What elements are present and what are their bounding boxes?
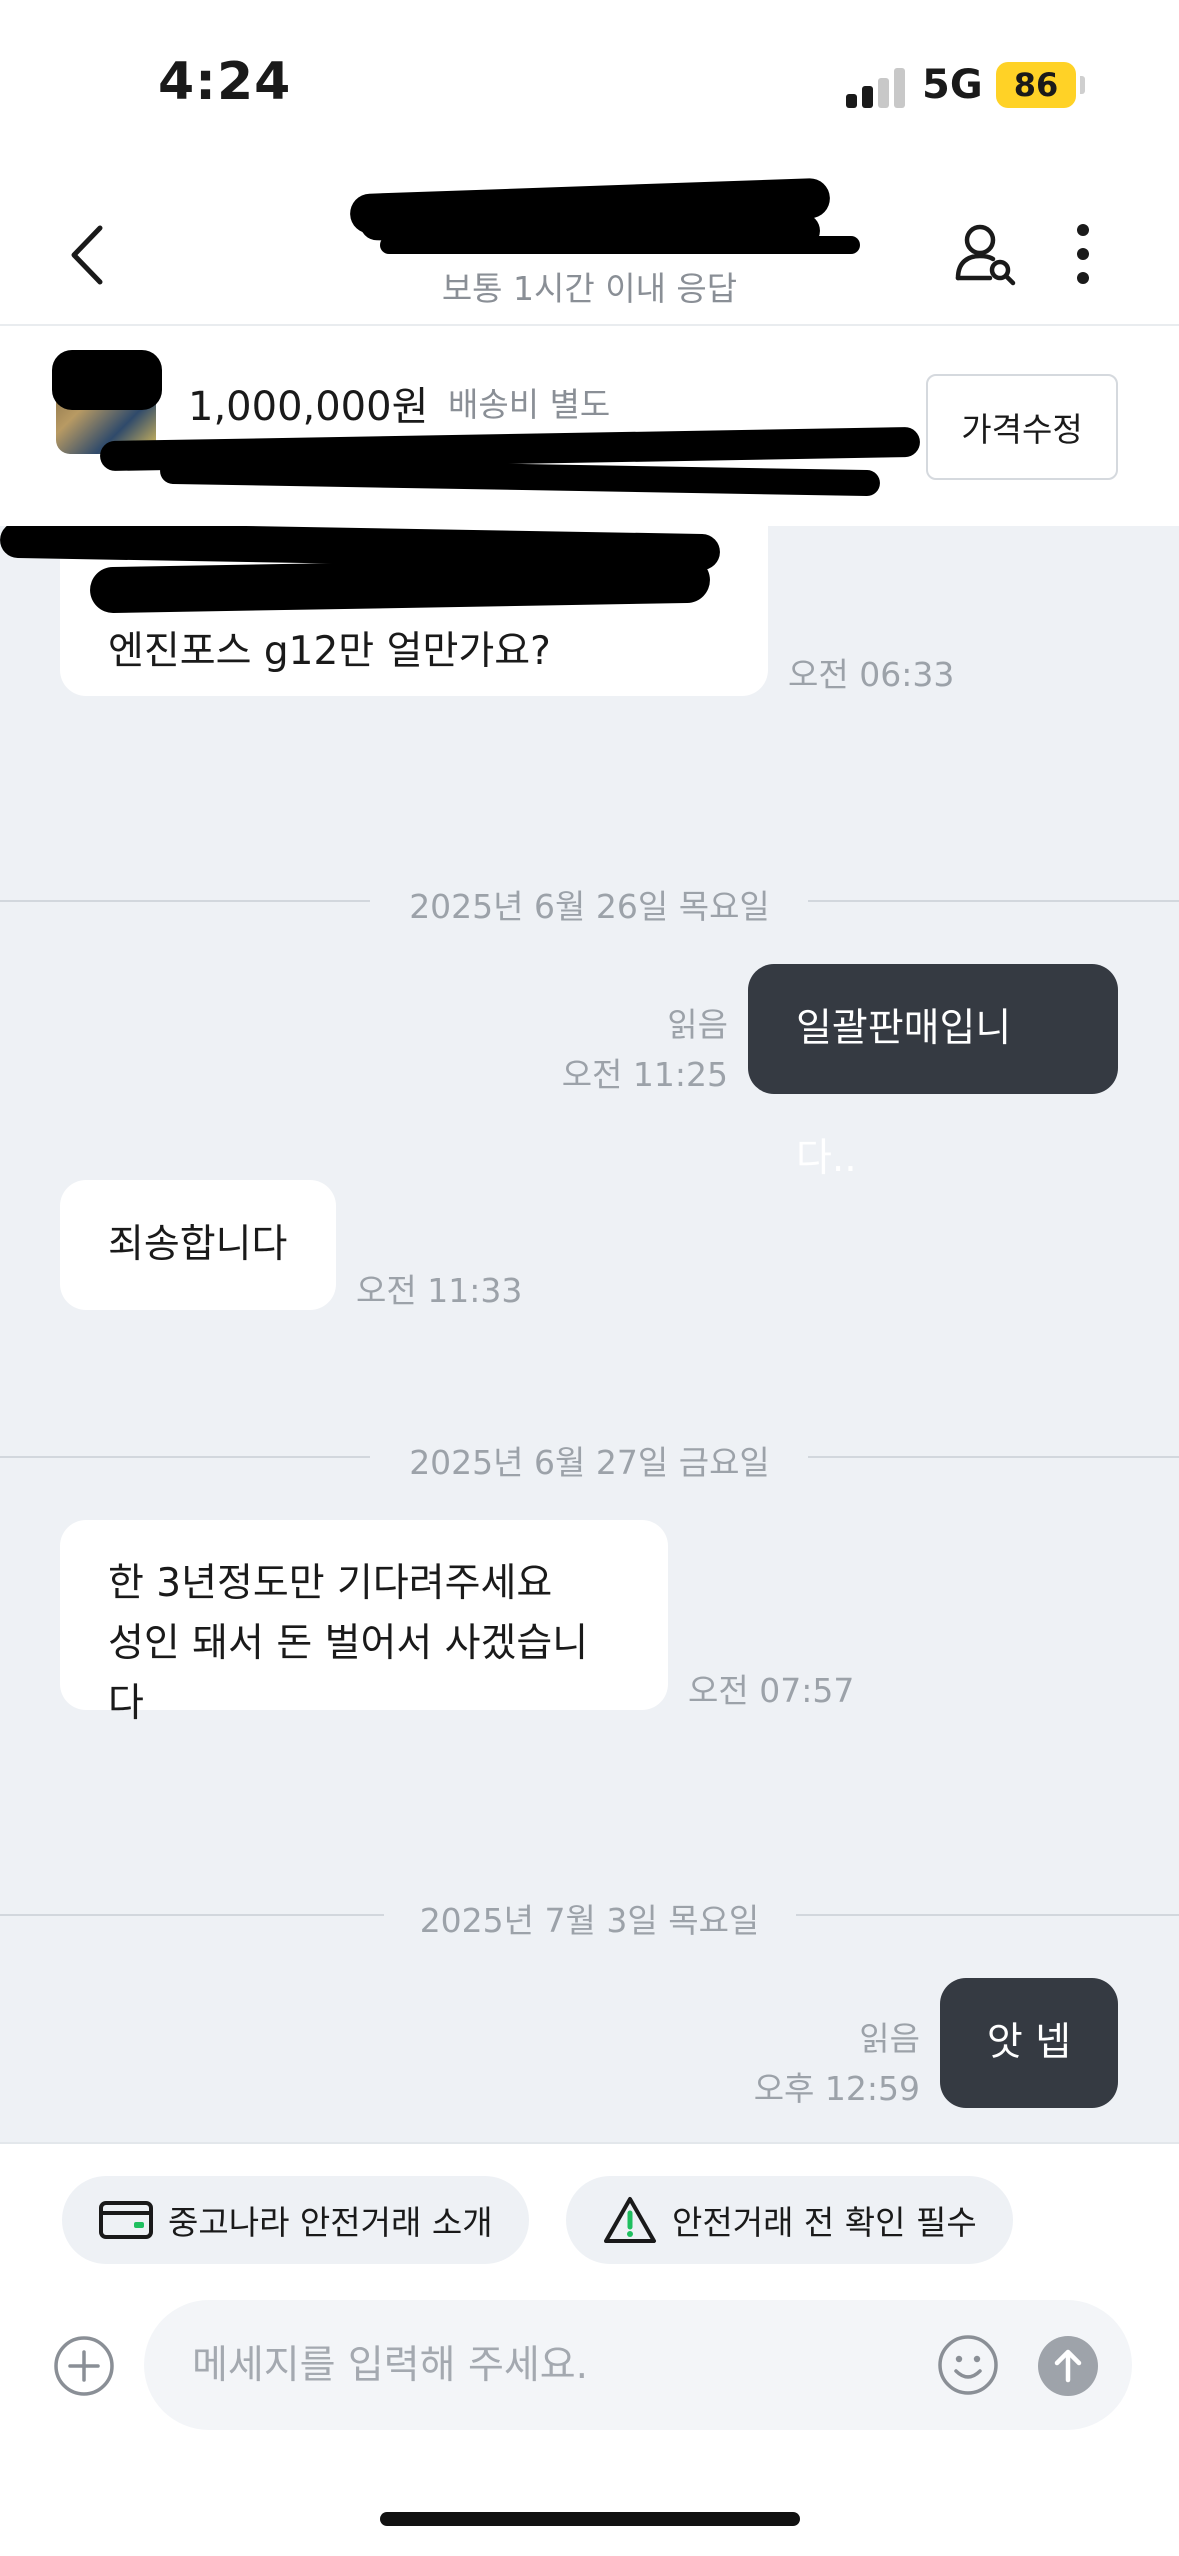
read-receipt: 읽음 xyxy=(859,2019,920,2058)
message-bubble-outgoing[interactable]: 앗 넵 xyxy=(940,1978,1118,2108)
shipping-note: 배송비 별도 xyxy=(448,385,611,424)
card-icon xyxy=(99,2201,153,2239)
signal-icon xyxy=(846,68,910,108)
date-separator: 2025년 7월 3일 목요일 xyxy=(0,1890,1179,1940)
more-icon[interactable] xyxy=(1048,218,1118,288)
message-time: 오후 12:59 xyxy=(753,2069,920,2108)
price-edit-button[interactable]: 가격수정 xyxy=(926,374,1118,480)
message-bubble-incoming[interactable]: 한 3년정도만 기다려주세요 성인 돼서 돈 벌어서 사겠습니다 xyxy=(60,1520,668,1726)
read-receipt: 읽음 xyxy=(667,1005,728,1044)
message-input[interactable] xyxy=(192,2330,952,2400)
message-text: 죄송합니다 xyxy=(108,1222,288,1267)
battery-icon: 86 xyxy=(996,62,1076,108)
message-text: 일괄판매입니다.. xyxy=(796,1006,1012,1181)
chat-footer: 중고나라 안전거래 소개 안전거래 전 확인 필수 xyxy=(0,2142,1179,2556)
network-label: 5G xyxy=(922,62,983,108)
send-button[interactable] xyxy=(1038,2336,1098,2396)
message-time: 오전 07:57 xyxy=(688,1671,855,1710)
redaction xyxy=(52,350,162,410)
redaction xyxy=(159,457,881,497)
date-label: 2025년 6월 27일 금요일 xyxy=(409,1443,770,1482)
profile-search-icon[interactable] xyxy=(950,218,1020,288)
warning-icon xyxy=(604,2197,656,2243)
chat-area: 엔진포스 g12만 얼만가요? 오전 06:33 2025년 6월 26일 목요… xyxy=(0,526,1179,2142)
message-input-container xyxy=(144,2300,1132,2430)
message-bubble-incoming[interactable]: 죄송합니다 xyxy=(60,1180,336,1310)
message-time: 오전 11:25 xyxy=(561,1055,728,1094)
chip-label: 안전거래 전 확인 필수 xyxy=(672,2203,977,2242)
status-time: 4:24 xyxy=(158,52,292,112)
message-bubble-outgoing[interactable]: 일괄판매입니다.. xyxy=(748,964,1118,1181)
message-text-line: 성인 돼서 돈 벌어서 사겠습니다 xyxy=(108,1621,589,1726)
plus-icon[interactable] xyxy=(52,2334,116,2398)
message-text: 앗 넵 xyxy=(986,2020,1072,2065)
message-text-line: 한 3년정도만 기다려주세요 xyxy=(108,1561,553,1606)
message-text: 엔진포스 g12만 얼만가요? xyxy=(108,629,551,674)
message-time: 오전 06:33 xyxy=(788,655,955,694)
message-time: 오전 11:33 xyxy=(356,1271,523,1310)
chip-label: 중고나라 안전거래 소개 xyxy=(168,2203,493,2242)
chat-header: 보통 1시간 이내 응답 xyxy=(0,150,1179,326)
safe-trade-check-chip[interactable]: 안전거래 전 확인 필수 xyxy=(566,2176,1013,2264)
date-separator: 2025년 6월 27일 금요일 xyxy=(0,1432,1179,1482)
date-label: 2025년 7월 3일 목요일 xyxy=(419,1901,760,1940)
chat-partner-name-redacted xyxy=(340,177,860,260)
product-bar[interactable]: 1,000,000원 배송비 별도 가격수정 xyxy=(0,326,1179,526)
date-label: 2025년 6월 26일 목요일 xyxy=(409,887,770,926)
emoji-icon[interactable] xyxy=(936,2333,1000,2397)
safe-trade-intro-chip[interactable]: 중고나라 안전거래 소개 xyxy=(62,2176,529,2264)
home-indicator xyxy=(380,2512,800,2526)
battery-tip xyxy=(1080,76,1085,94)
date-separator: 2025년 6월 26일 목요일 xyxy=(0,876,1179,926)
send-icon xyxy=(1054,2349,1082,2383)
status-bar: 4:24 5G 86 xyxy=(0,0,1179,150)
product-price: 1,000,000원 xyxy=(188,384,429,430)
